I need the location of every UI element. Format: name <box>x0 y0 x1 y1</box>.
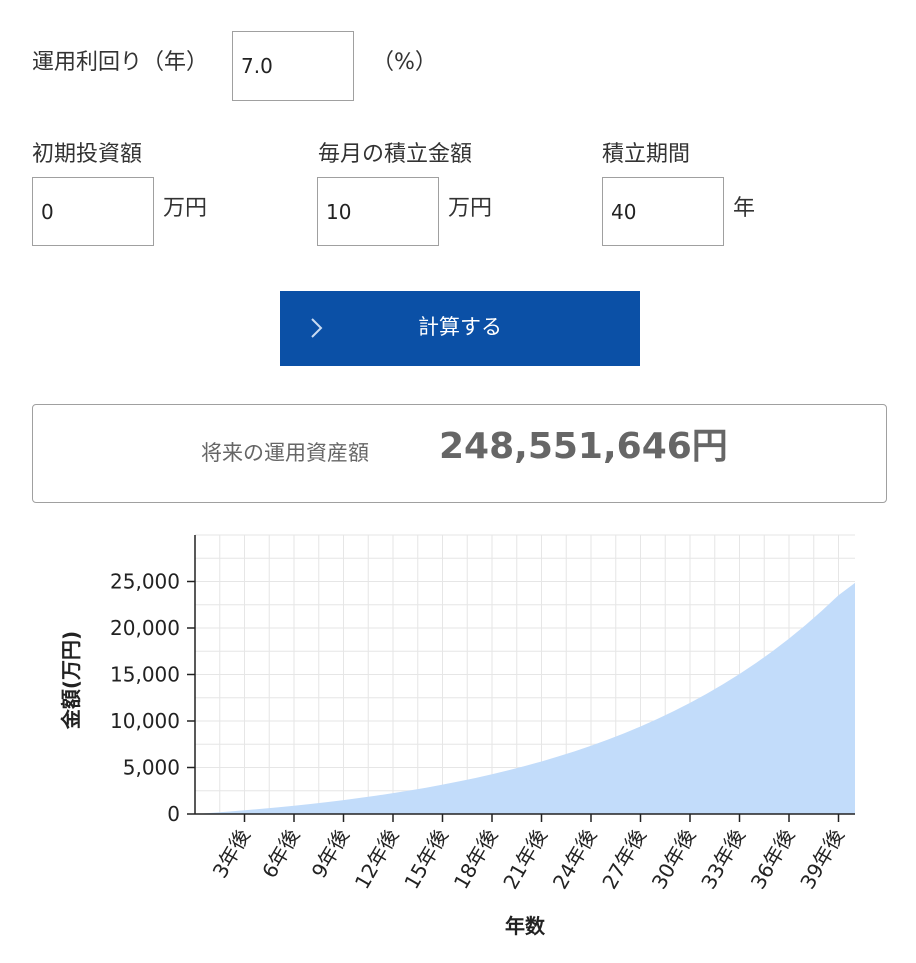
x-tick-label: 30年後 <box>647 825 701 894</box>
x-axis-ticks: 3年後 6年後 9年後12年後15年後18年後21年後24年後27年後30年後33年… <box>208 814 849 893</box>
period-unit: 年 <box>733 196 756 221</box>
monthly-input[interactable] <box>317 177 439 246</box>
x-tick-label: 15年後 <box>399 825 453 894</box>
result-value: 248,551,646円 <box>439 426 728 467</box>
x-tick-label: 3年後 <box>208 825 255 883</box>
y-axis-ticks: 0 5,000 10,000 15,000 20,000 25,000 <box>110 570 195 826</box>
x-axis-title: 年数 <box>505 914 546 938</box>
calculate-button-label: 計算する <box>418 315 502 339</box>
x-tick-label: 27年後 <box>597 825 651 894</box>
y-tick-label: 25,000 <box>110 570 180 594</box>
x-tick-label: 36年後 <box>746 825 800 894</box>
calculate-button[interactable]: 計算する <box>280 291 640 366</box>
period-input[interactable] <box>602 177 724 246</box>
initial-input[interactable] <box>32 177 154 246</box>
y-tick-label: 15,000 <box>110 663 180 687</box>
initial-label: 初期投資額 <box>32 142 143 167</box>
x-tick-label: 24年後 <box>548 825 602 894</box>
x-tick-label: 9年後 <box>307 825 354 883</box>
initial-unit: 万円 <box>163 196 208 221</box>
x-tick-label: 39年後 <box>795 825 849 894</box>
result-panel: 将来の運用資産額 248,551,646円 <box>32 404 887 503</box>
monthly-unit: 万円 <box>448 196 493 221</box>
x-tick-label: 12年後 <box>350 825 404 894</box>
x-tick-label: 21年後 <box>498 825 552 894</box>
period-label: 積立期間 <box>602 142 691 167</box>
y-tick-label: 0 <box>167 802 180 826</box>
rate-input[interactable] <box>232 31 354 101</box>
y-tick-label: 10,000 <box>110 709 180 733</box>
monthly-label: 毎月の積立金額 <box>318 142 473 167</box>
rate-unit: （%） <box>372 50 437 75</box>
asset-growth-chart: 0 5,000 10,000 15,000 20,000 25,000 3年後 6年後 9年後… <box>59 534 855 938</box>
x-tick-label: 33年後 <box>696 825 750 894</box>
y-tick-label: 5,000 <box>123 756 180 780</box>
rate-label: 運用利回り（年） <box>32 50 209 75</box>
result-label: 将来の運用資産額 <box>201 441 369 465</box>
x-tick-label: 18年後 <box>449 825 503 894</box>
y-axis-title: 金額(万円) <box>59 631 83 730</box>
y-tick-label: 20,000 <box>110 616 180 640</box>
x-tick-label: 6年後 <box>257 825 304 883</box>
